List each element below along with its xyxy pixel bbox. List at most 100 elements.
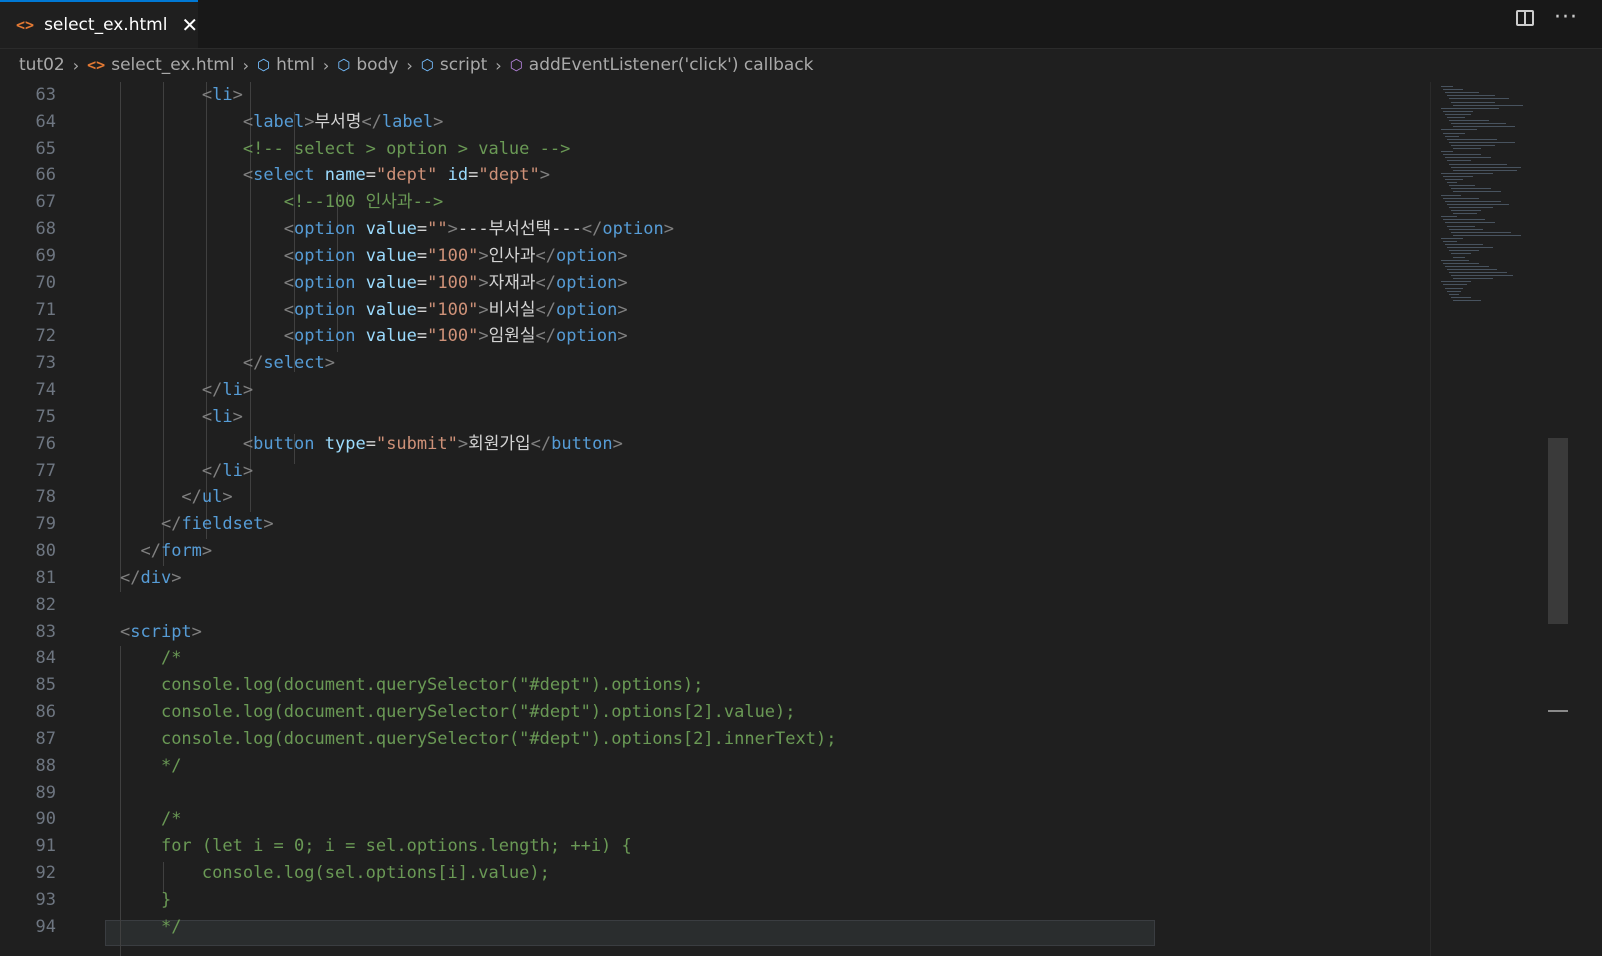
code-token: >: [304, 111, 315, 132]
minimap-line: [1443, 89, 1463, 91]
code-line[interactable]: console.log(document.querySelector("#dep…: [120, 726, 837, 753]
code-line[interactable]: */: [120, 753, 836, 780]
code-line[interactable]: */: [120, 914, 836, 941]
code-editor[interactable]: 63 64 65 66 67 68 69 70 71 72 73 74 75 76 77 78 79 80 81 82…: [0, 82, 1430, 956]
line-number: 91: [35, 836, 56, 857]
code-token: <: [120, 621, 131, 642]
code-line[interactable]: </ul>: [120, 484, 836, 511]
code-token: option: [294, 299, 356, 320]
code-line[interactable]: console.log(sel.options[i].value);: [120, 860, 836, 887]
code-line[interactable]: <!--100 인사과-->: [120, 189, 836, 216]
code-line[interactable]: <li>: [120, 404, 836, 431]
code-line[interactable]: <li>: [120, 82, 836, 109]
minimap-line: [1449, 272, 1507, 273]
code-token: value: [365, 245, 417, 266]
code-token: </: [581, 219, 603, 240]
code-line[interactable]: console.log(document.querySelector("#dep…: [120, 699, 836, 726]
code-token: script: [130, 621, 192, 642]
code-line[interactable]: <option value="100">임원실</option>: [120, 323, 836, 350]
code-line[interactable]: /*: [120, 806, 836, 833]
breadcrumb-item[interactable]: tut02: [19, 55, 65, 75]
minimap-line: [1451, 144, 1495, 146]
code-token: 임원실: [488, 326, 536, 347]
code-token: }: [160, 889, 172, 910]
code-line[interactable]: <option value="100">인사과</option>: [120, 243, 836, 270]
code-line[interactable]: <option value="100">자재과</option>: [120, 270, 836, 297]
code-token: >: [191, 621, 202, 642]
code-line[interactable]: <button type="submit">회원가입</button>: [120, 431, 836, 458]
code-line[interactable]: </form>: [120, 538, 836, 565]
code-line[interactable]: </fieldset>: [120, 511, 836, 538]
breadcrumb-item[interactable]: <> select_ex.html: [87, 55, 234, 75]
minimap[interactable]: [1430, 82, 1551, 956]
minimap-line: [1445, 222, 1495, 224]
code-token: >: [447, 219, 458, 240]
code-line[interactable]: <option value="">---부서선택---</option>: [120, 216, 836, 243]
code-line[interactable]: for (let i = 0; i = sel.options.length; …: [120, 833, 836, 860]
vertical-scrollbar[interactable]: [1548, 82, 1568, 956]
chevron-right-icon: ›: [242, 55, 249, 75]
code-line[interactable]: </li>: [120, 458, 836, 485]
minimap-line: [1453, 148, 1481, 149]
code-token: <: [283, 326, 295, 347]
breadcrumb-item[interactable]: ⬡ addEventListener('click') callback: [510, 55, 814, 75]
code-line[interactable]: </li>: [120, 377, 836, 404]
line-number: 85: [35, 675, 56, 696]
html-file-icon: <>: [87, 56, 106, 74]
overview-ruler: [1568, 82, 1602, 956]
minimap-line: [1453, 191, 1501, 193]
more-actions-icon[interactable]: ···: [1554, 7, 1578, 29]
minimap-line: [1441, 259, 1469, 261]
code-token: </: [530, 433, 552, 454]
minimap-line: [1449, 250, 1479, 252]
code-token: >: [457, 433, 469, 454]
code-line[interactable]: <label>부서명</label>: [120, 109, 836, 136]
code-token: >: [171, 567, 182, 588]
minimap-line: [1445, 244, 1483, 246]
breadcrumb-item[interactable]: ⬡ html: [257, 55, 315, 75]
close-icon[interactable]: ✕: [181, 13, 198, 37]
line-number: 64: [35, 111, 56, 132]
code-token: option: [555, 245, 618, 266]
minimap-line: [1443, 154, 1481, 156]
code-line[interactable]: </select>: [120, 350, 836, 377]
code-content[interactable]: <li> <label>부서명</label> <!-- select > op…: [120, 82, 836, 941]
minimap-line: [1445, 157, 1491, 159]
code-line[interactable]: <script>: [120, 619, 836, 646]
code-line[interactable]: }: [120, 887, 836, 914]
minimap-line: [1451, 253, 1471, 255]
code-line[interactable]: <!-- select > option > value -->: [120, 136, 836, 163]
chevron-right-icon: ›: [495, 55, 502, 75]
code-token: <: [283, 245, 295, 266]
split-editor-icon[interactable]: [1516, 10, 1535, 26]
minimap-line: [1453, 278, 1493, 280]
minimap-line: [1447, 117, 1465, 118]
code-line[interactable]: [120, 592, 836, 619]
code-line[interactable]: </div>: [120, 565, 836, 592]
code-token: /*: [160, 809, 182, 830]
code-line[interactable]: [120, 780, 836, 807]
minimap-line: [1447, 95, 1495, 97]
scrollbar-thumb[interactable]: [1548, 438, 1568, 624]
code-line[interactable]: <select name="dept" id="dept">: [120, 162, 836, 189]
code-token: select: [253, 165, 315, 186]
tab-select-ex-html[interactable]: <> select_ex.html ✕: [0, 0, 198, 48]
code-token: value: [365, 326, 417, 347]
code-line[interactable]: <option value="100">비서실</option>: [120, 297, 836, 324]
breadcrumb-item[interactable]: ⬡ body: [337, 55, 398, 75]
code-token: */: [160, 755, 182, 776]
code-line[interactable]: /*: [120, 645, 836, 672]
code-token: >: [433, 111, 444, 132]
code-line[interactable]: console.log(document.querySelector("#dep…: [120, 672, 836, 699]
minimap-line: [1447, 268, 1497, 270]
breadcrumb-item[interactable]: ⬡ script: [421, 55, 487, 75]
minimap-line: [1451, 101, 1495, 103]
code-token: select: [263, 353, 325, 374]
